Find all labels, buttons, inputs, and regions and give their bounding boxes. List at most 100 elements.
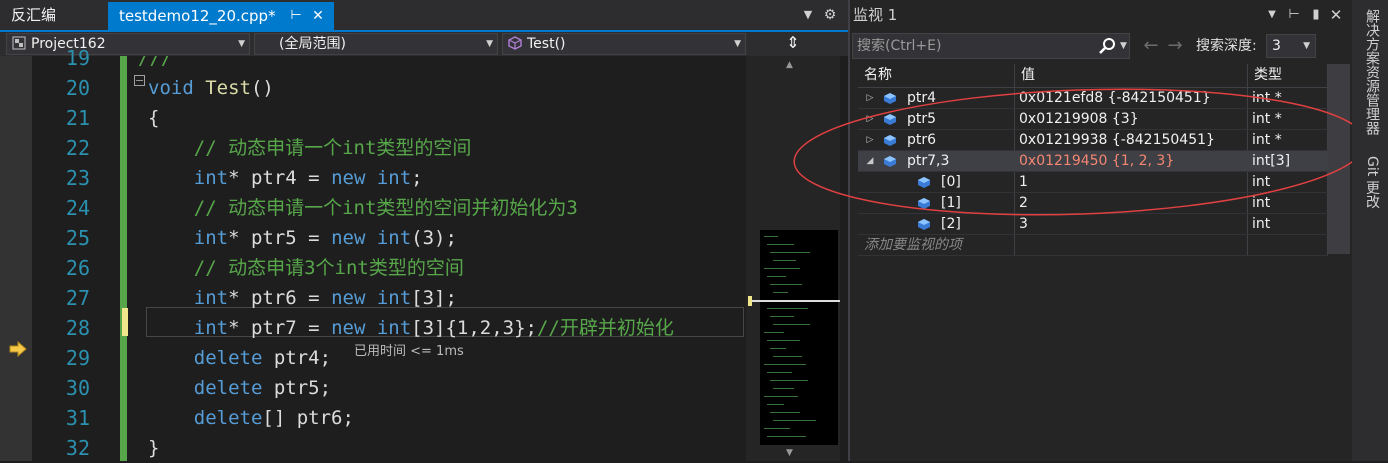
code-line[interactable]: ///	[138, 56, 172, 73]
code-token: *	[228, 227, 251, 249]
minimap-code-line	[764, 236, 778, 237]
code-line[interactable]: int* ptr4 = new int;	[148, 163, 423, 193]
code-token: ;	[342, 407, 354, 429]
code-line[interactable]: int* ptr5 = new int(3);	[148, 223, 457, 253]
method-cube-icon	[508, 36, 522, 50]
code-token: ;	[319, 347, 332, 369]
code-token: // 动态申请一个int类型的空间	[148, 137, 472, 159]
indicator-margin[interactable]	[0, 56, 32, 461]
close-icon[interactable]: ✕	[308, 2, 328, 30]
watch-cell-value	[1015, 235, 1248, 255]
code-line[interactable]: // 动态申请一个int类型的空间	[148, 133, 472, 163]
code-line[interactable]: delete[] ptr6;	[148, 403, 354, 433]
minimap-code-line	[773, 292, 788, 293]
minimap-code-line	[764, 396, 798, 397]
perf-tip[interactable]: 已用时间 <= 1ms	[354, 343, 464, 361]
minimap-code-line	[767, 340, 800, 341]
code-token: ptr5	[273, 377, 320, 399]
tab-disassembly[interactable]: 反汇编	[0, 0, 106, 30]
function-name: Test()	[527, 36, 566, 52]
code-token: ptr6	[250, 287, 297, 309]
code-token: ;	[411, 167, 423, 189]
auto-hide-icon[interactable]: ▮	[1306, 4, 1326, 26]
window-position-chevron-icon[interactable]: ▼	[1262, 4, 1282, 26]
watch-cell-type	[1248, 235, 1328, 255]
minimap-code-line	[770, 412, 800, 413]
code-line[interactable]: int* ptr6 = new int[3];	[148, 283, 457, 313]
pin-icon[interactable]: ⊢	[286, 2, 306, 30]
minimap-code-line	[767, 244, 794, 245]
code-token: int	[148, 227, 229, 249]
code-line[interactable]: void Test()	[148, 73, 274, 103]
scroll-down-arrow-icon[interactable]: ▼	[786, 448, 793, 458]
tab-solution-explorer[interactable]: 解决方案资源管理器	[1358, 2, 1380, 142]
column-header-value[interactable]: 值	[1015, 64, 1248, 87]
code-token: delete	[148, 347, 274, 369]
add-watch-row[interactable]: 添加要监视的项	[858, 235, 1328, 256]
line-number: 19	[65, 46, 90, 70]
code-token: {	[148, 107, 160, 129]
minimap-code-line	[767, 372, 792, 373]
code-token: [3]{1,2,3};	[411, 317, 537, 339]
column-header-type[interactable]: 类型	[1248, 64, 1328, 87]
minimap-code-line	[773, 260, 796, 261]
search-next-arrow-icon[interactable]: →	[1164, 35, 1186, 57]
line-number: 22	[65, 136, 90, 160]
code-token: =	[296, 287, 332, 309]
code-line[interactable]: delete ptr5;	[148, 373, 331, 403]
scope-dropdown[interactable]: (全局范围) ▼	[254, 33, 498, 55]
search-previous-arrow-icon[interactable]: ←	[1140, 35, 1162, 57]
code-line[interactable]: {	[148, 103, 159, 133]
minimap-change-marker	[748, 296, 752, 306]
search-depth-dropdown[interactable]: 3 ▼	[1266, 34, 1316, 58]
column-header-name[interactable]: 名称	[858, 64, 1015, 87]
minimap-code-line	[767, 404, 784, 405]
code-token: ptr7	[250, 317, 297, 339]
line-number: 30	[65, 376, 90, 400]
close-icon[interactable]: ✕	[1326, 4, 1346, 26]
tab-git-changes[interactable]: Git 更改	[1358, 152, 1380, 212]
line-number: 32	[65, 436, 90, 460]
code-line[interactable]: }	[148, 433, 159, 461]
current-statement-arrow-icon	[9, 340, 27, 358]
search-options-chevron-icon[interactable]: ▼	[1120, 36, 1127, 56]
minimap-code-line	[770, 316, 794, 317]
code-token: =	[296, 227, 332, 249]
add-watch-placeholder[interactable]: 添加要监视的项	[858, 235, 1015, 255]
minimap-code-line	[767, 276, 786, 277]
line-number: 26	[65, 256, 90, 280]
function-dropdown[interactable]: Test() ▼	[502, 33, 746, 55]
chevron-down-icon: ▼	[734, 39, 741, 49]
minimap-code-line	[764, 364, 806, 365]
minimap-code-line	[770, 348, 786, 349]
code-token: delete	[148, 377, 274, 399]
code-token: Test	[205, 77, 251, 99]
pin-icon[interactable]: ⊢	[1284, 4, 1304, 26]
minimap-caret-line	[748, 300, 840, 302]
code-line[interactable]: // 动态申请3个int类型的空间	[148, 253, 464, 283]
tab-overflow-chevron-icon[interactable]: ▼	[798, 0, 818, 30]
code-token: *	[228, 167, 251, 189]
gear-icon[interactable]: ⚙	[820, 0, 840, 30]
line-number: 21	[65, 106, 90, 130]
code-token: *	[228, 287, 251, 309]
code-token: =	[296, 167, 332, 189]
code-line[interactable]: // 动态申请一个int类型的空间并初始化为3	[148, 193, 578, 223]
split-window-icon[interactable]: ⇕	[748, 33, 838, 55]
code-line[interactable]: delete ptr4;	[148, 343, 331, 373]
panel-splitter[interactable]	[848, 0, 850, 461]
code-line[interactable]: int* ptr7 = new int[3]{1,2,3};//开辟并初始化	[148, 313, 674, 343]
code-token: ptr4	[273, 347, 320, 369]
code-token: ;	[319, 377, 332, 399]
search-icon[interactable]	[1097, 36, 1117, 56]
scroll-up-arrow-icon[interactable]: ▲	[786, 60, 793, 70]
minimap-code-line	[767, 436, 806, 437]
code-token: ptr5	[250, 227, 297, 249]
code-token: delete	[148, 407, 263, 429]
code-token: *	[228, 317, 251, 339]
code-token: int	[148, 167, 229, 189]
minimap-code-line	[770, 380, 808, 381]
minimap-viewport[interactable]	[760, 230, 838, 445]
code-editor[interactable]: ///void Test(){ // 动态申请一个int类型的空间 int* p…	[128, 56, 746, 461]
code-token: int	[148, 317, 229, 339]
